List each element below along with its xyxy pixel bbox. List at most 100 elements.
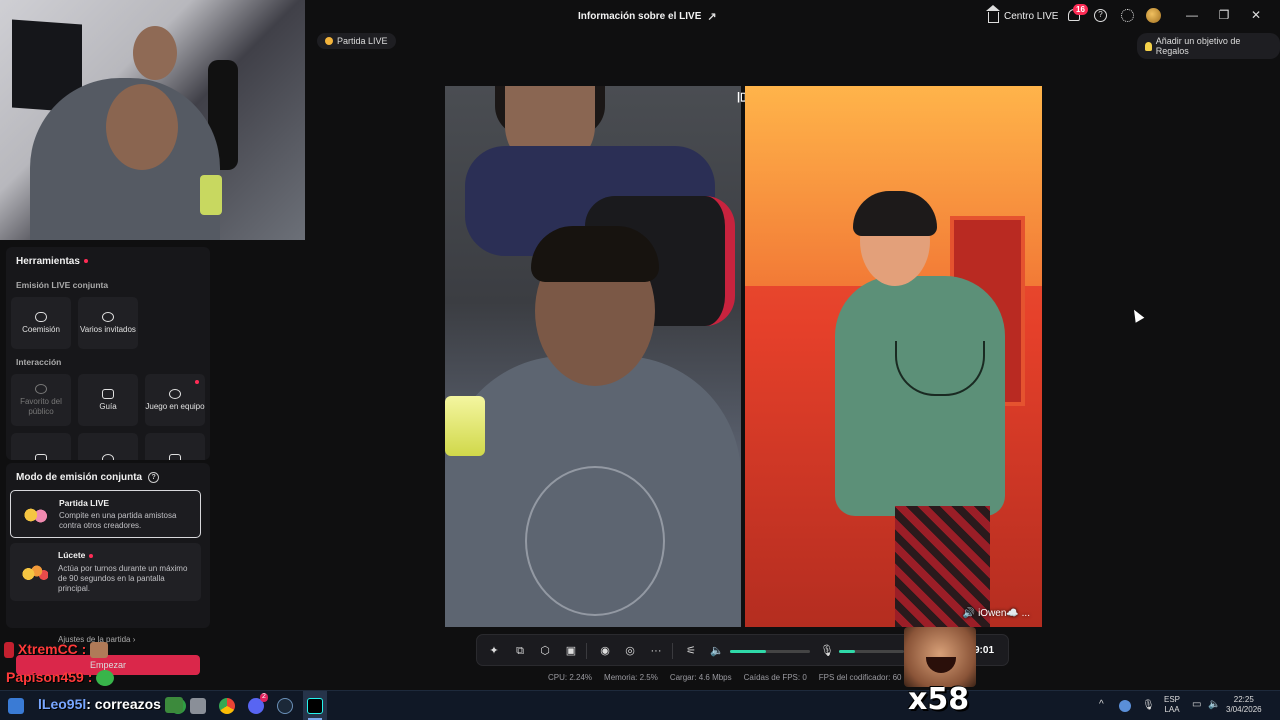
volume-slider[interactable]: [730, 650, 810, 653]
upload-stat: Cargar: 4.6 Mbps: [669, 673, 732, 682]
lucete-emoji-icon: [20, 563, 48, 583]
coin-icon: [325, 37, 333, 45]
mic-light-shape: [200, 175, 222, 215]
record-icon[interactable]: ◉: [599, 645, 611, 657]
clipboard-icon: [35, 454, 47, 460]
emote-multiplier: x58: [908, 682, 970, 717]
checkbox-icon: [169, 454, 181, 460]
target-icon: [102, 454, 114, 460]
book-icon: [102, 388, 114, 399]
co-stream-mode-panel: Modo de emisión conjunta? Partida LIVE C…: [6, 463, 210, 628]
live-info-label: Información sobre el LIVE: [578, 11, 702, 22]
fps-drops-stat: Caídas de FPS: 0: [743, 673, 807, 682]
modo-title: Modo de emisión conjunta?: [16, 472, 160, 483]
standing-person-head: [133, 26, 177, 80]
tools-panel: Herramientas Emisión LIVE conjunta Coemi…: [6, 247, 210, 460]
mic-slider[interactable]: [839, 650, 904, 653]
effects-icon[interactable]: ⧉: [514, 645, 526, 657]
app-icon[interactable]: [190, 698, 206, 714]
tray-app-icon[interactable]: [1119, 700, 1131, 712]
home-icon: [986, 5, 1000, 23]
gift-goal-label: Añadir un objetivo de Regalos: [1155, 36, 1241, 56]
badge-icon: [4, 642, 14, 659]
partida-emoji-icon: [21, 505, 49, 525]
tray-mic-icon[interactable]: 🎙: [1142, 700, 1155, 713]
divider: [672, 643, 673, 659]
opt2-title: Lúcete: [58, 550, 94, 560]
section-coemision: Emisión LIVE conjunta: [16, 280, 109, 290]
opt2-desc: Actúa por turnos durante un máximo de 90…: [58, 564, 188, 593]
gear-icon[interactable]: [1121, 9, 1134, 22]
discord-badge: 2: [260, 693, 268, 702]
new-dot: [83, 259, 88, 264]
share-icon[interactable]: ↗: [707, 10, 716, 23]
coemision-button[interactable]: Coemisión: [11, 297, 71, 349]
favorito-button[interactable]: Favorito del público: [11, 374, 71, 426]
minimize-button[interactable]: —: [1184, 8, 1200, 22]
tool-tile-extra-3[interactable]: [145, 433, 205, 460]
volume-icon[interactable]: 🔈: [710, 645, 724, 657]
user-star-icon: [35, 383, 47, 394]
host-video: [445, 86, 741, 627]
tray-chevron-icon[interactable]: ^: [1099, 699, 1104, 712]
guia-button[interactable]: Guía: [78, 374, 138, 426]
centro-live-label: Centro LIVE: [1004, 10, 1059, 22]
opt1-title: Partida LIVE: [59, 498, 110, 508]
sliders-icon[interactable]: ⚟: [685, 645, 697, 657]
ring-light-shape: [445, 396, 485, 456]
cpu-stat: CPU: 2.24%: [548, 673, 593, 682]
stats-bar: CPU: 2.24% Memoria: 2.5% Cargar: 4.6 Mbp…: [548, 673, 902, 682]
juego-equipo-button[interactable]: Juego en equipo: [145, 374, 205, 426]
seated-person-head: [106, 84, 178, 170]
clock[interactable]: 22:25 3/04/2026: [1226, 695, 1262, 715]
tray-display-icon[interactable]: ▭: [1192, 699, 1201, 712]
restore-button[interactable]: ❐: [1216, 8, 1232, 22]
new-dot: [195, 380, 199, 384]
tools-title: Herramientas: [16, 256, 88, 267]
chrome-icon[interactable]: [219, 698, 235, 714]
tool-tile-extra-1[interactable]: [11, 433, 71, 460]
webcam-preview: [0, 0, 305, 240]
ai-icon[interactable]: ⬡: [539, 645, 551, 657]
partida-live-pill[interactable]: Partida LIVE: [317, 33, 396, 49]
close-button[interactable]: ✕: [1248, 8, 1264, 22]
more-icon[interactable]: ···: [650, 645, 662, 657]
language-indicator[interactable]: ESP LAA: [1164, 695, 1180, 715]
man-hair-shape: [531, 226, 659, 282]
coemision-label: Coemisión: [22, 324, 60, 334]
screen-icon[interactable]: ▣: [565, 645, 577, 657]
taskbar: 2 ^ 🎙 ESP LAA ▭ 🔈 22:25 3/04/2026: [0, 690, 1280, 720]
section-interaccion: Interacción: [16, 357, 62, 367]
varios-invitados-button[interactable]: Varios invitados: [78, 297, 138, 349]
notification-badge: 16: [1073, 4, 1088, 15]
tool-tile-extra-2[interactable]: [78, 433, 138, 460]
steam-icon[interactable]: [277, 698, 293, 714]
guest-name[interactable]: 🔊 iOwen☁️ ...: [963, 608, 1030, 619]
option-partida-live[interactable]: Partida LIVE Compite en una partida amis…: [10, 490, 201, 538]
user-pin-icon: [169, 388, 181, 399]
mouth-shape: [926, 657, 956, 673]
chat-line-2: Papison459 :: [6, 669, 115, 687]
pepe-emote-icon: [164, 697, 183, 714]
help-icon[interactable]: ?: [1094, 9, 1107, 22]
gift-goal-button[interactable]: Añadir un objetivo de Regalos: [1137, 33, 1280, 59]
option-lucete[interactable]: Lúcete Actúa por turnos durante un máxim…: [10, 543, 201, 601]
start-icon[interactable]: [8, 698, 24, 714]
divider: [586, 643, 587, 659]
varios-label: Varios invitados: [80, 324, 136, 334]
centro-live-button[interactable]: Centro LIVE: [986, 5, 1059, 23]
magic-wand-icon[interactable]: ✦: [488, 645, 500, 657]
chat-line-3: lLeo95l: correazos: [38, 696, 183, 714]
laughing-emote-overlay: [904, 627, 976, 687]
users-icon: [102, 311, 114, 322]
mic-icon[interactable]: 🎙: [820, 645, 834, 657]
encoder-fps-stat: FPS del codificador: 60: [818, 673, 902, 682]
link-icon: [35, 311, 47, 322]
camera-flip-icon[interactable]: ◎: [624, 645, 636, 657]
tiktok-icon[interactable]: [307, 698, 323, 714]
tray-volume-icon[interactable]: 🔈: [1208, 699, 1220, 712]
question-icon[interactable]: ?: [148, 472, 160, 483]
emote-icon: [90, 642, 109, 659]
avatar[interactable]: [1146, 8, 1161, 23]
live-info-button[interactable]: Información sobre el LIVE ↗: [578, 10, 717, 23]
